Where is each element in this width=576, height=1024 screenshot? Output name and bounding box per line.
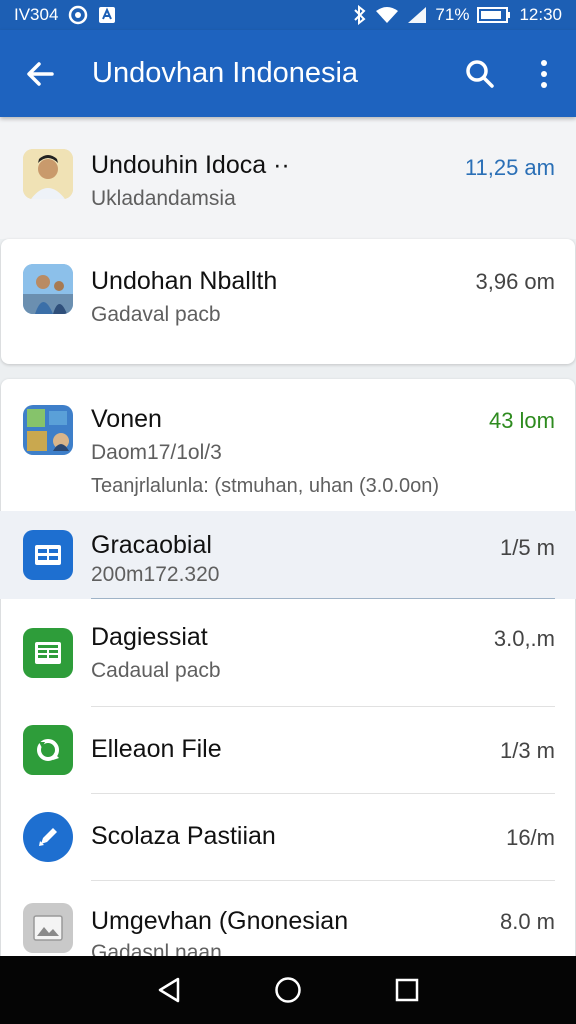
system-nav-bar — [0, 956, 576, 1024]
app-bar: Undovhan Indonesia — [0, 30, 576, 117]
triangle-back-icon — [159, 977, 180, 1003]
image-icon — [23, 903, 73, 953]
item-title: Elleaon File — [91, 735, 222, 763]
item-title: Umgevhan (Gnonesian — [91, 907, 349, 935]
list-item[interactable]: Undouhin Idoca ·· Ukladandamsia 11,25 am — [0, 117, 576, 239]
item-time: 3.0,.m — [493, 626, 555, 651]
list-item[interactable]: Umgevhan (Gnonesian Gadasnl naan 8.0 m — [0, 881, 576, 956]
page-title: Undovhan Indonesia — [92, 57, 359, 89]
list-item[interactable]: Elleaon File 1/3 m — [0, 707, 576, 793]
list-item[interactable]: Dagiessiat Cadaual pacb 3.0,.m — [0, 599, 576, 707]
refresh-file-icon — [23, 725, 73, 775]
nav-home-button[interactable] — [258, 960, 318, 1020]
item-time: 1/3 m — [499, 738, 555, 763]
avatar — [23, 149, 73, 199]
item-title: Undouhin Idoca ·· — [91, 151, 290, 179]
list-item[interactable]: Undohan Nballth Gadaval pacb 3,96 om — [0, 239, 576, 364]
item-time: 3,96 om — [475, 269, 556, 294]
status-bar: IV304 71% 12:30 — [0, 0, 576, 30]
list-item[interactable]: Gracaobial 200m172.320 1/5 m — [0, 511, 576, 599]
spreadsheet-icon — [23, 628, 73, 678]
item-title: Undohan Nballth — [91, 267, 278, 295]
list-item[interactable]: Scolaza Pastiian 16/m — [0, 794, 576, 880]
status-left-text: IV304 — [14, 5, 59, 24]
item-subtitle: Cadaual pacb — [91, 659, 221, 682]
wifi-icon — [375, 6, 399, 24]
photo-thumbnail — [23, 264, 73, 314]
item-title: Gracaobial — [91, 531, 212, 559]
item-time: 11,25 am — [464, 155, 555, 180]
item-time: 8.0 m — [499, 909, 555, 934]
edit-icon — [23, 812, 73, 862]
status-time: 12:30 — [519, 5, 562, 24]
item-subtitle: 200m172.320 — [91, 563, 220, 586]
document-icon — [23, 530, 73, 580]
message-list: Undouhin Idoca ·· Ukladandamsia 11,25 am… — [0, 117, 576, 956]
nav-recents-button[interactable] — [377, 960, 437, 1020]
notification-icon — [68, 5, 88, 25]
more-vert-icon — [541, 59, 547, 88]
item-time: 16/m — [506, 825, 555, 850]
list-item[interactable]: Vonen Daom17/1ol/3 Teanjrlalunla: (stmuh… — [0, 379, 576, 511]
item-title: Dagiessiat — [91, 623, 208, 651]
item-subtitle: Gadasnl naan — [91, 941, 222, 956]
item-subtitle: Daom17/1ol/3 — [91, 441, 222, 464]
square-recents-icon — [395, 978, 418, 1002]
search-button[interactable] — [448, 30, 512, 117]
item-time: 1/5 m — [499, 535, 555, 560]
more-options-button[interactable] — [512, 30, 576, 117]
game-thumbnail — [23, 405, 73, 455]
item-subtitle: Ukladandamsia — [91, 187, 236, 210]
arrow-left-icon — [27, 61, 54, 86]
item-title: Scolaza Pastiian — [91, 822, 276, 850]
nav-back-button[interactable] — [139, 960, 199, 1020]
item-detail: Teanjrlalunla: (stmuhan, uhan (3.0.0on) — [91, 475, 439, 497]
search-icon — [466, 59, 494, 88]
item-time: 43 lom — [488, 408, 555, 433]
bluetooth-icon — [353, 5, 367, 25]
back-button[interactable] — [0, 30, 80, 117]
circle-home-icon — [275, 977, 301, 1003]
battery-percent: 71% — [435, 5, 470, 24]
item-title: Vonen — [91, 405, 162, 433]
item-subtitle: Gadaval pacb — [91, 303, 221, 326]
battery-icon — [477, 6, 511, 24]
app-notification-icon — [98, 6, 116, 24]
signal-icon — [407, 6, 427, 24]
